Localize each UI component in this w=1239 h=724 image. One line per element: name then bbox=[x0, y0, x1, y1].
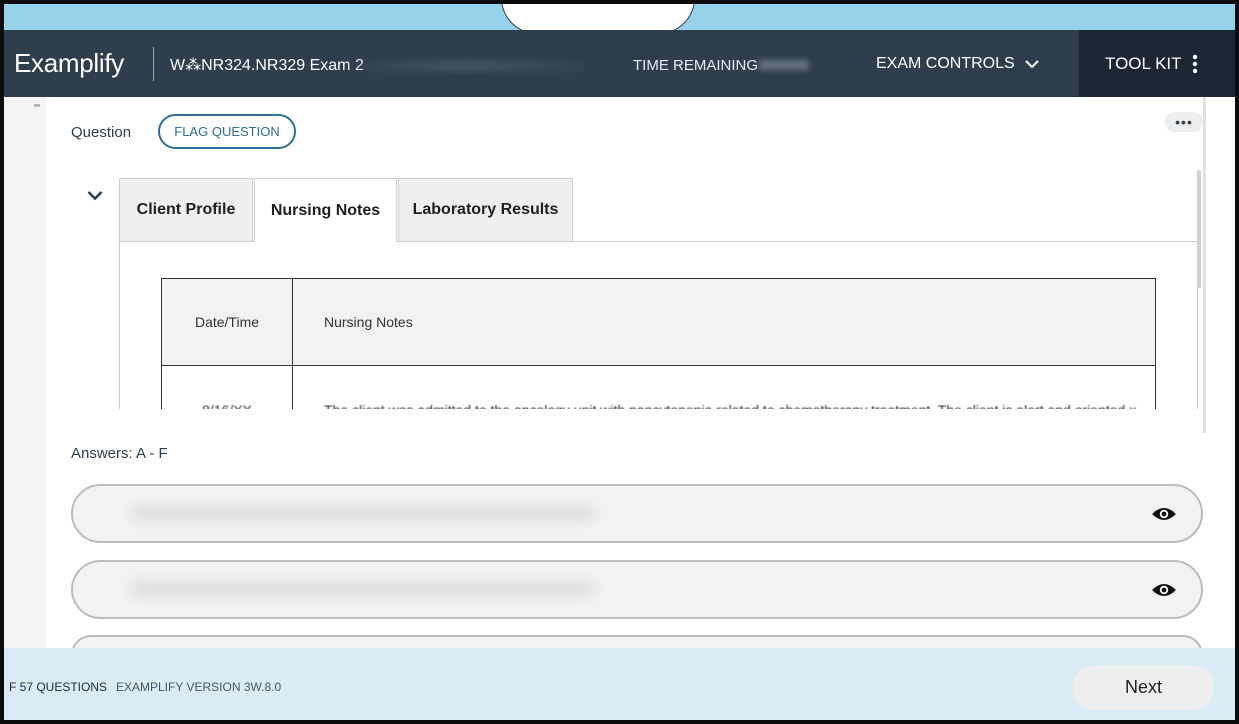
tab-laboratory-results[interactable]: Laboratory Results bbox=[398, 178, 573, 241]
column-header-date-time: Date/Time bbox=[161, 278, 293, 366]
left-gutter bbox=[4, 97, 46, 648]
toolkit-button[interactable]: TOOL KIT bbox=[1079, 30, 1235, 97]
time-remaining-redacted bbox=[759, 60, 809, 70]
nursing-notes-table: Date/Time Nursing Notes 8/16/XX The clie… bbox=[161, 278, 1156, 409]
table-row: 8/16/XX The client was admitted to the o… bbox=[161, 365, 1156, 409]
left-gutter-mark bbox=[34, 104, 40, 107]
question-count: F 57 QUESTIONS bbox=[9, 680, 108, 694]
exam-title: W⁂NR324.NR329 Exam 2 bbox=[170, 57, 364, 74]
answer-text-redacted bbox=[133, 506, 593, 520]
answer-text-redacted bbox=[133, 582, 593, 596]
cell-date: 8/16/XX bbox=[161, 365, 293, 409]
tab-panel: Date/Time Nursing Notes 8/16/XX The clie… bbox=[119, 241, 1198, 409]
table-header-row: Date/Time Nursing Notes bbox=[161, 278, 1156, 366]
exam-window: Examplify W⁂NR324.NR329 Exam 2 TIME REMA… bbox=[4, 4, 1235, 720]
eye-icon[interactable] bbox=[1151, 580, 1177, 600]
footer-bar: F 57 QUESTIONS EXAMPLIFY VERSION 3W.8.0 … bbox=[4, 648, 1235, 720]
page-scrollbar-track[interactable] bbox=[1203, 97, 1206, 433]
answers-label: Answers: A - F bbox=[71, 445, 168, 462]
more-options-button[interactable]: ••• bbox=[1165, 112, 1203, 132]
app-header: Examplify W⁂NR324.NR329 Exam 2 TIME REMA… bbox=[4, 30, 1235, 97]
time-remaining-label: TIME REMAINING bbox=[633, 57, 759, 74]
tab-client-profile[interactable]: Client Profile bbox=[119, 178, 253, 241]
exam-controls-button[interactable]: EXAM CONTROLS bbox=[876, 47, 1039, 81]
flag-question-button[interactable]: FLAG QUESTION bbox=[158, 114, 296, 149]
answer-option[interactable] bbox=[71, 560, 1203, 619]
next-button[interactable]: Next bbox=[1073, 665, 1214, 710]
toolkit-label: TOOL KIT bbox=[1105, 53, 1182, 73]
answer-option[interactable] bbox=[71, 484, 1203, 543]
exam-controls-label: EXAM CONTROLS bbox=[876, 55, 1015, 72]
eye-icon[interactable] bbox=[1151, 504, 1177, 524]
tab-nursing-notes[interactable]: Nursing Notes bbox=[254, 178, 397, 242]
collapse-case-button[interactable] bbox=[82, 182, 108, 208]
chevron-down-icon bbox=[87, 190, 103, 200]
cell-note: The client was admitted to the oncology … bbox=[292, 365, 1156, 409]
exam-title-redacted bbox=[344, 60, 584, 72]
column-header-nursing-notes: Nursing Notes bbox=[292, 278, 1156, 366]
examplify-logo: Examplify bbox=[14, 48, 124, 78]
app-version: EXAMPLIFY VERSION 3W.8.0 bbox=[116, 680, 282, 694]
kebab-menu-icon bbox=[1192, 54, 1197, 73]
question-label: Question bbox=[71, 124, 132, 141]
header-divider bbox=[153, 47, 154, 81]
case-scrollbar[interactable] bbox=[1197, 170, 1201, 288]
chevron-down-icon bbox=[1024, 60, 1039, 69]
